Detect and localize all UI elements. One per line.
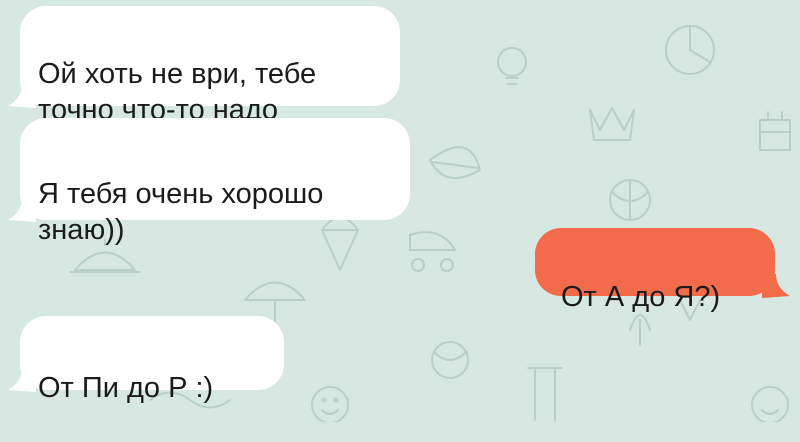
chat-conversation: Ой хоть не ври, тебе точно что-то надо Я…	[0, 0, 800, 422]
message-text: От Пи до Р :)	[38, 372, 214, 404]
column-icon	[527, 367, 563, 421]
message-text: От А до Я?)	[561, 281, 721, 313]
ball-icon	[609, 179, 651, 221]
pizza-icon	[665, 25, 715, 75]
ball-icon-2	[431, 341, 469, 379]
message-bubble-incoming[interactable]: Ой хоть не ври, тебе точно что-то надо	[20, 6, 400, 126]
smile-icon-2	[751, 386, 789, 422]
bubble-tail	[762, 274, 790, 298]
smile-icon	[311, 386, 349, 422]
bubble-tail	[8, 84, 36, 108]
cake-icon	[759, 111, 791, 151]
crown-icon	[589, 107, 635, 141]
leaf-icon	[429, 146, 481, 179]
bubble-tail	[8, 368, 36, 392]
message-bubble-outgoing[interactable]: От А до Я?)	[535, 228, 775, 313]
bubble-tail	[8, 198, 36, 222]
message-bubble-incoming[interactable]: Я тебя очень хорошо знаю))	[20, 118, 410, 246]
message-bubble-incoming[interactable]: От Пи до Р :)	[20, 316, 284, 404]
message-text: Я тебя очень хорошо знаю))	[38, 178, 324, 246]
pram-icon	[409, 231, 456, 272]
lightbulb-icon	[497, 47, 527, 85]
